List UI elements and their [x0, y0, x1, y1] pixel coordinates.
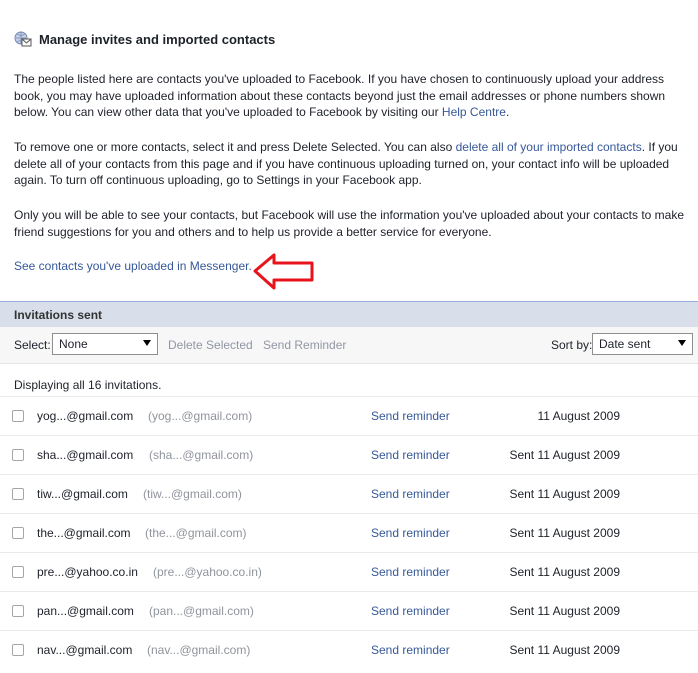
sort-dropdown[interactable]: Date sent: [592, 333, 693, 355]
contact-email-secondary: (tiw...@gmail.com): [143, 487, 242, 501]
delete-selected-button[interactable]: Delete Selected: [168, 338, 253, 352]
invitations-toolbar: Select: None Delete Selected Send Remind…: [0, 327, 698, 364]
send-reminder-link[interactable]: Send reminder: [371, 604, 450, 618]
send-reminder-link[interactable]: Send reminder: [371, 643, 450, 657]
contact-email-secondary: (yog...@gmail.com): [148, 409, 253, 423]
sent-date: Sent 11 August 2009: [509, 526, 620, 540]
chevron-down-icon: [143, 340, 151, 346]
send-reminder-link[interactable]: Send reminder: [371, 565, 450, 579]
messenger-contacts-link[interactable]: See contacts you've uploaded in Messenge…: [14, 259, 252, 273]
chevron-down-icon: [678, 340, 686, 346]
row-checkbox[interactable]: [12, 527, 24, 539]
select-label: Select:: [14, 338, 51, 352]
sent-date: Sent 11 August 2009: [509, 448, 620, 462]
row-checkbox[interactable]: [12, 644, 24, 656]
send-reminder-link[interactable]: Send reminder: [371, 487, 450, 501]
intro-paragraph-3: Only you will be able to see your contac…: [14, 208, 685, 239]
send-reminder-link[interactable]: Send reminder: [371, 409, 450, 423]
invitations-section-header: Invitations sent: [0, 301, 698, 327]
list-item: nav...@gmail.com (nav...@gmail.com) Send…: [0, 630, 698, 669]
contact-email: nav...@gmail.com: [37, 643, 133, 657]
select-value: None: [59, 337, 88, 351]
list-item: tiw...@gmail.com (tiw...@gmail.com) Send…: [0, 474, 698, 513]
sort-value: Date sent: [599, 337, 651, 351]
list-item: pan...@gmail.com (pan...@gmail.com) Send…: [0, 591, 698, 630]
send-reminder-link[interactable]: Send reminder: [371, 448, 450, 462]
contact-email: the...@gmail.com: [37, 526, 131, 540]
contact-email-secondary: (the...@gmail.com): [145, 526, 247, 540]
list-item: the...@gmail.com (the...@gmail.com) Send…: [0, 513, 698, 552]
sent-date: Sent 11 August 2009: [509, 565, 620, 579]
list-item: pre...@yahoo.co.in (pre...@yahoo.co.in) …: [0, 552, 698, 591]
intro-p2-start: To remove one or more contacts, select i…: [14, 140, 456, 154]
sent-date: Sent 11 August 2009: [509, 604, 620, 618]
sent-date: Sent 11 August 2009: [509, 487, 620, 501]
contact-email-secondary: (nav...@gmail.com): [147, 643, 251, 657]
list-item: sha...@gmail.com (sha...@gmail.com) Send…: [0, 435, 698, 474]
sent-date: Sent 11 August 2009: [509, 643, 620, 657]
delete-all-contacts-link[interactable]: delete all of your imported contacts: [456, 140, 642, 154]
intro-paragraph-2: To remove one or more contacts, select i…: [14, 139, 689, 189]
intro-paragraph-1: The people listed here are contacts you'…: [14, 71, 689, 121]
contact-email: pan...@gmail.com: [37, 604, 134, 618]
row-checkbox[interactable]: [12, 566, 24, 578]
page-title: Manage invites and imported contacts: [39, 31, 276, 47]
contact-email: tiw...@gmail.com: [37, 487, 128, 501]
send-reminder-link[interactable]: Send reminder: [371, 526, 450, 540]
section-title: Invitations sent: [14, 308, 103, 322]
row-checkbox[interactable]: [12, 410, 24, 422]
red-arrow-icon: [253, 253, 314, 290]
row-checkbox[interactable]: [12, 605, 24, 617]
contact-email-secondary: (sha...@gmail.com): [149, 448, 254, 462]
intro-p1-text: The people listed here are contacts you'…: [14, 72, 666, 119]
contacts-icon: [14, 31, 32, 47]
sort-label: Sort by:: [551, 338, 593, 352]
page-header: Manage invites and imported contacts: [14, 30, 275, 48]
contact-email-secondary: (pre...@yahoo.co.in): [153, 565, 262, 579]
send-reminder-button[interactable]: Send Reminder: [263, 338, 346, 352]
select-dropdown[interactable]: None: [52, 333, 158, 355]
displaying-count: Displaying all 16 invitations.: [14, 378, 162, 392]
intro-p1-end: .: [505, 105, 510, 119]
list-item: yog...@gmail.com (yog...@gmail.com) Send…: [0, 396, 698, 435]
contact-email-secondary: (pan...@gmail.com): [149, 604, 254, 618]
contact-email: yog...@gmail.com: [37, 409, 134, 423]
row-checkbox[interactable]: [12, 449, 24, 461]
help-centre-link[interactable]: Help Centre: [442, 105, 506, 119]
row-checkbox[interactable]: [12, 488, 24, 500]
contact-email: sha...@gmail.com: [37, 448, 134, 462]
contact-email: pre...@yahoo.co.in: [37, 565, 138, 579]
sent-date: 11 August 2009: [537, 409, 620, 423]
